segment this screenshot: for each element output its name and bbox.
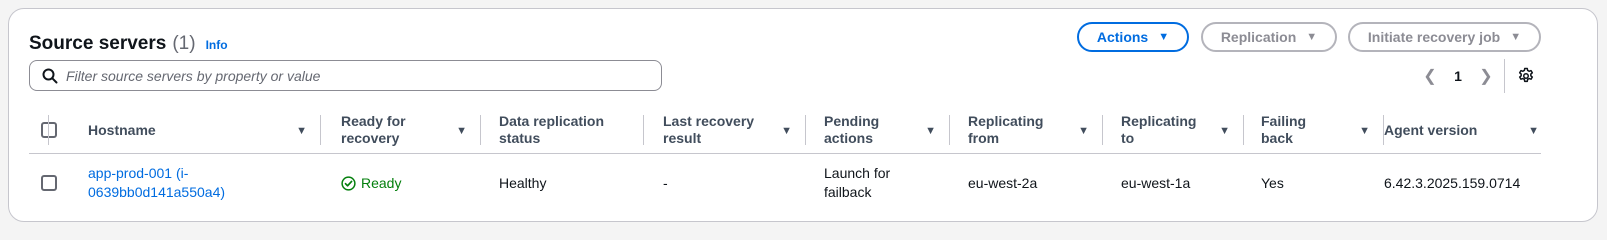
actions-button-label: Actions	[1096, 29, 1149, 45]
column-header-last-recovery-result[interactable]: Last recovery result ▼	[663, 106, 806, 154]
column-divider	[480, 115, 481, 145]
check-circle-icon	[341, 175, 356, 191]
select-all-checkbox[interactable]	[41, 122, 57, 138]
pagination-divider	[1504, 59, 1505, 93]
column-header-replicating-to[interactable]: Replicating to ▼	[1121, 106, 1244, 154]
cell-ready-for-recovery: Ready	[341, 155, 481, 211]
info-link[interactable]: Info	[206, 38, 228, 52]
column-divider	[643, 115, 644, 145]
column-header-label: Failing back	[1261, 113, 1307, 146]
search-field[interactable]	[29, 60, 662, 91]
column-header-pending-actions[interactable]: Pending actions ▼	[824, 106, 950, 154]
row-select-checkbox[interactable]	[41, 175, 57, 191]
column-header-label: Replicating from	[968, 113, 1044, 146]
search-input[interactable]	[66, 63, 626, 88]
server-count: (1)	[172, 33, 196, 54]
cell-replicating-to: eu-west-1a	[1121, 155, 1244, 211]
column-header-ready-for-recovery[interactable]: Ready for recovery ▼	[341, 106, 481, 154]
column-header-hostname[interactable]: Hostname ▼	[88, 106, 321, 154]
current-page-number[interactable]: 1	[1441, 68, 1475, 84]
source-servers-panel: Source servers (1) Info Actions ▼ Replic…	[8, 8, 1598, 222]
column-header-label: Last recovery result	[663, 113, 755, 146]
next-page-icon[interactable]: ❯	[1475, 66, 1497, 86]
sort-caret-icon[interactable]: ▼	[456, 123, 467, 140]
initiate-recovery-job-label: Initiate recovery job	[1367, 29, 1501, 45]
data-replication-status-value: Healthy	[499, 174, 547, 191]
column-header-label: Agent version	[1384, 121, 1478, 138]
table-row: app-prod-001 (i-0639bb0d141a550a4) Ready…	[29, 155, 1541, 211]
header: Source servers (1) Info	[29, 33, 228, 55]
cell-replicating-from: eu-west-2a	[968, 155, 1103, 211]
sort-caret-icon[interactable]: ▼	[1528, 123, 1539, 140]
cell-agent-version: 6.42.3.2025.159.0714	[1384, 155, 1541, 211]
replication-button-label: Replication	[1220, 29, 1297, 45]
hostname-link[interactable]: app-prod-001 (i-0639bb0d141a550a4)	[88, 164, 248, 202]
column-header-label: Hostname	[88, 121, 156, 138]
column-header-label: Pending actions	[824, 113, 880, 146]
column-header-replicating-from[interactable]: Replicating from ▼	[968, 106, 1103, 154]
replicating-to-value: eu-west-1a	[1121, 174, 1191, 191]
cell-hostname: app-prod-001 (i-0639bb0d141a550a4)	[88, 155, 248, 211]
last-recovery-result-value: -	[663, 174, 668, 191]
column-header-label: Data replication status	[499, 113, 605, 146]
sort-caret-icon[interactable]: ▼	[1359, 123, 1370, 140]
column-divider	[805, 115, 806, 145]
sort-caret-icon[interactable]: ▼	[296, 123, 307, 140]
initiate-recovery-job-button[interactable]: Initiate recovery job ▼	[1348, 22, 1541, 52]
sort-caret-icon[interactable]: ▼	[781, 123, 792, 140]
column-header-data-replication-status[interactable]: Data replication status	[499, 106, 644, 154]
column-divider	[949, 115, 950, 145]
column-header-label: Ready for recovery	[341, 113, 406, 146]
agent-version-value: 6.42.3.2025.159.0714	[1384, 174, 1521, 191]
cell-failing-back: Yes	[1261, 155, 1384, 211]
table-header: Hostname ▼ Ready for recovery ▼ Data rep…	[29, 106, 1541, 154]
sort-caret-icon[interactable]: ▼	[925, 123, 936, 140]
sort-caret-icon[interactable]: ▼	[1219, 123, 1230, 140]
failing-back-value: Yes	[1261, 174, 1284, 191]
cell-data-replication-status: Healthy	[499, 155, 644, 211]
page-title: Source servers	[29, 33, 167, 54]
column-header-agent-version[interactable]: Agent version ▼	[1384, 106, 1541, 154]
replicating-from-value: eu-west-2a	[968, 174, 1038, 191]
search-icon	[42, 68, 58, 83]
caret-down-icon: ▼	[1158, 31, 1170, 43]
caret-down-icon: ▼	[1306, 31, 1318, 43]
actions-button[interactable]: Actions ▼	[1077, 22, 1189, 52]
column-divider	[1102, 115, 1103, 145]
caret-down-icon: ▼	[1510, 31, 1522, 43]
pending-actions-value: Launch for failback	[824, 165, 891, 200]
column-header-failing-back[interactable]: Failing back ▼	[1261, 106, 1384, 154]
ready-status-label: Ready	[361, 174, 402, 191]
sort-caret-icon[interactable]: ▼	[1078, 123, 1089, 140]
gear-icon[interactable]	[1517, 67, 1535, 85]
column-divider	[48, 115, 49, 145]
column-divider	[320, 115, 321, 145]
cell-pending-actions: Launch for failback	[824, 155, 904, 211]
replication-button[interactable]: Replication ▼	[1201, 22, 1337, 52]
pagination: ❮ 1 ❯	[1419, 64, 1497, 88]
previous-page-icon[interactable]: ❮	[1419, 66, 1441, 86]
column-divider	[1243, 115, 1244, 145]
column-header-label: Replicating to	[1121, 113, 1197, 146]
ready-status: Ready	[341, 174, 401, 193]
cell-last-recovery-result: -	[663, 155, 806, 211]
